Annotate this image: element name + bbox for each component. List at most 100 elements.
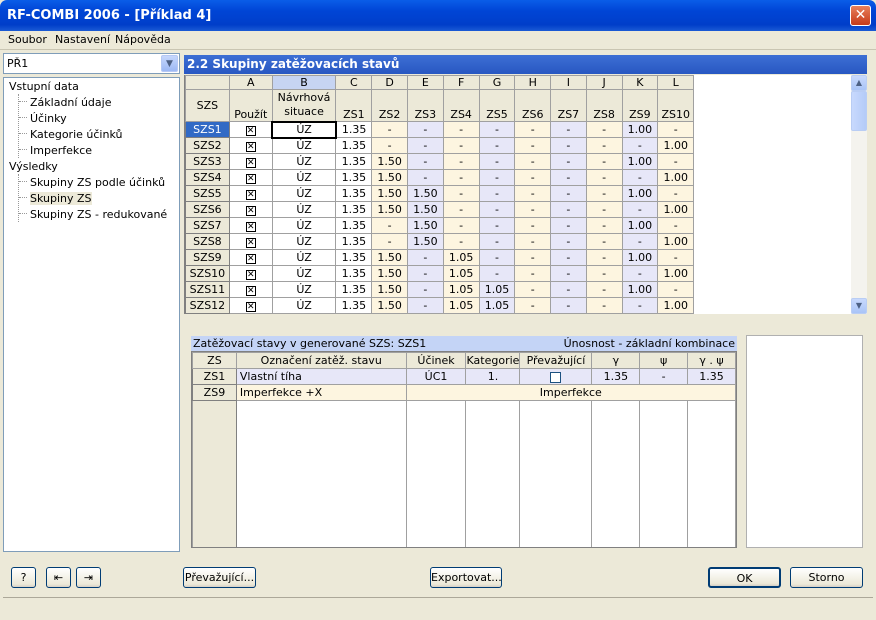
factor-cell[interactable]: - bbox=[621, 265, 659, 282]
row-header[interactable]: SZS4 bbox=[185, 169, 230, 186]
design-situation-cell[interactable]: ÚZ bbox=[271, 137, 337, 154]
factor-cell[interactable]: - bbox=[514, 281, 552, 298]
factor-cell[interactable]: - bbox=[514, 265, 552, 282]
cell-ucinek[interactable]: ÚC1 bbox=[405, 368, 467, 385]
checkbox-checked-icon[interactable]: ✕ bbox=[245, 302, 256, 312]
checkbox-checked-icon[interactable]: ✕ bbox=[245, 286, 256, 296]
chevron-down-icon[interactable]: ▼ bbox=[161, 55, 178, 72]
factor-cell[interactable]: - bbox=[407, 169, 444, 186]
checkbox-checked-icon[interactable]: ✕ bbox=[245, 158, 256, 168]
factor-cell[interactable]: 1.00 bbox=[621, 249, 659, 266]
table-row[interactable]: SZS10 ✕ ÚZ 1.35 1.50-1.05- - - - -1.00 bbox=[185, 265, 851, 282]
use-checkbox-cell[interactable]: ✕ bbox=[228, 153, 273, 170]
factor-cell[interactable]: - bbox=[478, 233, 516, 250]
tree-item-skupiny-zs[interactable]: Skupiny ZS bbox=[30, 192, 92, 205]
table-row[interactable]: SZS7 ✕ ÚZ 1.35-1.50- - - - -1.00- bbox=[185, 217, 851, 234]
factor-cell[interactable]: - bbox=[478, 201, 516, 218]
checkbox-checked-icon[interactable]: ✕ bbox=[245, 270, 256, 280]
design-situation-cell[interactable]: ÚZ bbox=[271, 249, 337, 266]
checkbox-checked-icon[interactable]: ✕ bbox=[245, 174, 256, 184]
factor-cell[interactable]: - bbox=[585, 249, 623, 266]
table-row[interactable]: ZS9 Imperfekce +X Imperfekce bbox=[192, 384, 736, 401]
factor-cell[interactable]: - bbox=[550, 169, 587, 186]
use-checkbox-cell[interactable]: ✕ bbox=[228, 233, 273, 250]
factor-cell[interactable]: - bbox=[657, 249, 695, 266]
table-row[interactable]: SZS8 ✕ ÚZ 1.35-1.50- - - - - -1.00 bbox=[185, 233, 851, 250]
factor-cell[interactable]: - bbox=[478, 153, 516, 170]
factor-cell[interactable]: - bbox=[442, 201, 480, 218]
factor-cell[interactable]: 1.35 bbox=[335, 169, 373, 186]
factor-cell[interactable]: - bbox=[442, 153, 480, 170]
factor-cell[interactable]: 1.35 bbox=[335, 121, 373, 138]
cell-name[interactable]: Vlastní tíha bbox=[235, 368, 407, 385]
table-row[interactable]: SZS11 ✕ ÚZ 1.35 1.50-1.05 1.05- - -1.00- bbox=[185, 281, 851, 298]
row-header[interactable]: ZS1 bbox=[192, 368, 237, 385]
row-header[interactable]: SZS9 bbox=[185, 249, 230, 266]
factor-cell[interactable]: 1.00 bbox=[657, 201, 695, 218]
row-header[interactable]: SZS3 bbox=[185, 153, 230, 170]
table-row[interactable]: SZS5 ✕ ÚZ 1.35 1.50 1.50- - - - -1.00- bbox=[185, 185, 851, 202]
factor-cell[interactable]: - bbox=[442, 137, 480, 154]
factor-cell[interactable]: 1.00 bbox=[621, 153, 659, 170]
design-situation-cell[interactable]: ÚZ bbox=[271, 281, 337, 298]
factor-cell[interactable]: 1.50 bbox=[407, 233, 444, 250]
factor-cell[interactable]: - bbox=[371, 233, 408, 250]
factor-cell[interactable]: - bbox=[407, 297, 444, 314]
cell-kategorie[interactable]: 1. bbox=[465, 368, 521, 385]
tree-item-zakladni-udaje[interactable]: Základní údaje bbox=[30, 96, 111, 109]
factor-cell[interactable]: - bbox=[621, 233, 659, 250]
factor-cell[interactable]: - bbox=[585, 169, 623, 186]
close-button[interactable]: ✕ bbox=[850, 5, 871, 26]
use-checkbox-cell[interactable]: ✕ bbox=[228, 137, 273, 154]
col-letter-d[interactable]: D bbox=[371, 75, 408, 90]
factor-cell[interactable]: - bbox=[407, 265, 444, 282]
factor-cell[interactable]: 1.35 bbox=[335, 153, 373, 170]
factor-cell[interactable]: - bbox=[407, 281, 444, 298]
table-row[interactable]: SZS1 ✕ ÚZ 1.35- - - - - - -1.00- bbox=[185, 120, 851, 139]
tree-item-kategorie-ucinku[interactable]: Kategorie účinků bbox=[30, 128, 122, 141]
factor-cell[interactable]: - bbox=[478, 137, 516, 154]
factor-cell[interactable]: - bbox=[407, 153, 444, 170]
factor-cell[interactable]: 1.00 bbox=[657, 265, 695, 282]
use-checkbox-cell[interactable]: ✕ bbox=[228, 297, 273, 314]
row-header[interactable]: SZS11 bbox=[185, 281, 230, 298]
col-letter-f[interactable]: F bbox=[442, 75, 480, 90]
factor-cell[interactable]: - bbox=[657, 185, 695, 202]
design-situation-cell[interactable]: ÚZ bbox=[271, 265, 337, 282]
factor-cell[interactable]: 1.00 bbox=[621, 185, 659, 202]
checkbox-checked-icon[interactable]: ✕ bbox=[245, 190, 256, 200]
factor-cell[interactable]: - bbox=[550, 137, 587, 154]
col-letter-g[interactable]: G bbox=[478, 75, 516, 90]
design-situation-cell[interactable]: ÚZ bbox=[271, 185, 337, 202]
factor-cell[interactable]: 1.50 bbox=[407, 217, 444, 234]
row-header[interactable]: SZS7 bbox=[185, 217, 230, 234]
table-row[interactable]: SZS2 ✕ ÚZ 1.35- - - - - - - -1.00 bbox=[185, 137, 851, 154]
factor-cell[interactable]: - bbox=[478, 185, 516, 202]
cell-psi[interactable]: - bbox=[639, 368, 689, 385]
factor-cell[interactable]: - bbox=[550, 153, 587, 170]
factor-cell[interactable]: 1.35 bbox=[335, 265, 373, 282]
factor-cell[interactable]: 1.00 bbox=[657, 297, 695, 314]
factor-cell[interactable]: 1.50 bbox=[371, 297, 408, 314]
factor-cell[interactable]: 1.00 bbox=[621, 217, 659, 234]
use-checkbox-cell[interactable]: ✕ bbox=[228, 185, 273, 202]
factor-cell[interactable]: - bbox=[514, 121, 552, 138]
factor-cell[interactable]: - bbox=[514, 201, 552, 218]
factor-cell[interactable]: - bbox=[442, 233, 480, 250]
checkbox-checked-icon[interactable]: ✕ bbox=[245, 206, 256, 216]
factor-cell[interactable]: - bbox=[514, 169, 552, 186]
scroll-up-icon[interactable]: ▲ bbox=[851, 75, 867, 91]
design-situation-cell[interactable]: ÚZ bbox=[271, 120, 337, 139]
scroll-down-icon[interactable]: ▼ bbox=[851, 298, 867, 314]
factor-cell[interactable]: 1.50 bbox=[371, 281, 408, 298]
row-header[interactable]: SZS6 bbox=[185, 201, 230, 218]
factor-cell[interactable]: - bbox=[371, 217, 408, 234]
factor-cell[interactable]: 1.35 bbox=[335, 217, 373, 234]
factor-cell[interactable]: 1.35 bbox=[335, 297, 373, 314]
factor-cell[interactable]: - bbox=[550, 265, 587, 282]
factor-cell[interactable]: - bbox=[585, 265, 623, 282]
factor-cell[interactable]: - bbox=[371, 137, 408, 154]
factor-cell[interactable]: 1.05 bbox=[442, 249, 480, 266]
checkbox-checked-icon[interactable]: ✕ bbox=[245, 238, 256, 248]
factor-cell[interactable]: - bbox=[550, 121, 587, 138]
